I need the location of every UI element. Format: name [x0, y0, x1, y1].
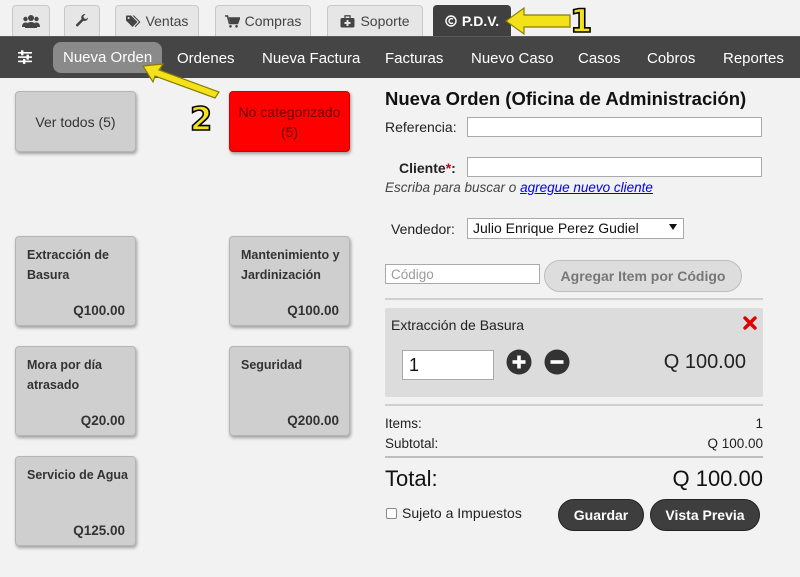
quantity-input[interactable] — [402, 350, 494, 380]
delete-icon[interactable] — [743, 316, 757, 330]
tab-soporte[interactable]: Soporte — [327, 5, 423, 36]
cliente-input[interactable] — [467, 157, 762, 177]
product-tile[interactable]: Mora por día atrasado Q20.00 — [15, 346, 136, 436]
subtotal-row: Subtotal: Q 100.00 — [385, 436, 763, 451]
referencia-label: Referencia: — [385, 119, 457, 135]
total-value: Q 100.00 — [672, 466, 763, 491]
tax-label: Sujeto a Impuestos — [402, 505, 522, 521]
tab-soporte-label: Soporte — [360, 13, 410, 29]
vendedor-select[interactable]: Julio Enrique Perez Gudiel — [467, 218, 684, 239]
product-price: Q20.00 — [80, 413, 125, 428]
vendedor-label: Vendedor: — [391, 221, 455, 237]
nav-facturas[interactable]: Facturas — [385, 37, 443, 79]
line-item: Extracción de Basura Q 100.00 — [385, 308, 763, 397]
line-item-name: Extracción de Basura — [391, 317, 525, 333]
users-icon — [22, 15, 40, 28]
nav-nuevo-caso[interactable]: Nuevo Caso — [471, 37, 554, 79]
circle-c-icon — [445, 15, 457, 27]
product-name: Mantenimiento y Jardinización — [241, 248, 340, 282]
total-row: Total: Q 100.00 — [385, 466, 763, 492]
tab-compras[interactable]: Compras — [215, 5, 311, 36]
wrench-icon — [75, 14, 88, 27]
product-name: Mora por día atrasado — [27, 358, 103, 392]
divider — [385, 404, 763, 406]
codigo-input[interactable] — [385, 264, 540, 284]
nav-casos[interactable]: Casos — [578, 37, 621, 79]
add-by-code-button[interactable]: Agregar Item por Código — [544, 260, 742, 292]
tab-ventas-label: Ventas — [145, 13, 189, 29]
divider — [385, 298, 763, 300]
vendedor-selected-value: Julio Enrique Perez Gudiel — [473, 220, 639, 236]
page-title: Nueva Orden (Oficina de Administración) — [385, 88, 747, 109]
subtotal-value: Q 100.00 — [707, 436, 763, 451]
tab-tools[interactable] — [64, 5, 100, 36]
add-client-link[interactable]: agregue nuevo cliente — [520, 180, 653, 195]
preview-button[interactable]: Vista Previa — [650, 499, 760, 531]
tags-icon — [125, 15, 141, 27]
product-price: Q125.00 — [73, 523, 125, 538]
product-price: Q200.00 — [287, 413, 339, 428]
items-count: 1 — [755, 416, 763, 431]
nav-nueva-orden[interactable]: Nueva Orden — [53, 42, 163, 73]
nav-cobros[interactable]: Cobros — [647, 37, 695, 79]
annotation-number-1: 1 — [569, 1, 593, 41]
pdv-navbar: Nueva Orden Ordenes Nueva Factura Factur… — [0, 36, 800, 78]
product-name: Extracción de Basura — [27, 248, 109, 282]
tab-pdv-label: P.D.V. — [461, 13, 500, 29]
divider — [385, 456, 763, 458]
subtotal-label: Subtotal: — [385, 436, 439, 451]
tab-users[interactable] — [12, 5, 50, 36]
product-name: Seguridad — [241, 358, 303, 372]
tab-pdv[interactable]: P.D.V. — [433, 5, 511, 36]
tab-ventas[interactable]: Ventas — [115, 5, 199, 36]
cart-icon — [224, 14, 240, 28]
sliders-icon[interactable] — [18, 50, 32, 64]
nav-nueva-factura[interactable]: Nueva Factura — [262, 37, 360, 79]
annotation-number-2: 2 — [189, 99, 213, 139]
minus-circle-icon[interactable] — [544, 349, 570, 375]
cliente-hint: Escriba para buscar o agregue nuevo clie… — [385, 180, 653, 195]
plus-circle-icon[interactable] — [506, 349, 532, 375]
product-tile[interactable]: Seguridad Q200.00 — [229, 346, 350, 436]
items-label: Items: — [385, 416, 422, 431]
category-no-categorizado[interactable]: No categorizado (5) — [229, 91, 350, 152]
nav-reportes[interactable]: Reportes — [723, 37, 784, 79]
top-tab-bar: Ventas Compras Soporte P.D.V. — [0, 0, 800, 36]
tax-checkbox[interactable] — [386, 507, 397, 519]
product-tile[interactable]: Servicio de Agua Q125.00 — [15, 456, 136, 546]
product-tile[interactable]: Mantenimiento y Jardinización Q100.00 — [229, 236, 350, 326]
tax-checkbox-row[interactable]: Sujeto a Impuestos — [386, 505, 522, 521]
product-price: Q100.00 — [287, 303, 339, 318]
items-row: Items: 1 — [385, 416, 763, 431]
total-label: Total: — [385, 466, 438, 491]
line-item-price: Q 100.00 — [663, 351, 746, 373]
save-button[interactable]: Guardar — [558, 499, 644, 531]
category-ver-todos[interactable]: Ver todos (5) — [15, 91, 136, 152]
cliente-label: Cliente*: — [399, 160, 456, 176]
product-name: Servicio de Agua — [27, 468, 128, 482]
referencia-input[interactable] — [467, 117, 762, 137]
nav-ordenes[interactable]: Ordenes — [177, 37, 235, 79]
medkit-icon — [340, 14, 355, 27]
product-price: Q100.00 — [73, 303, 125, 318]
tab-compras-label: Compras — [244, 13, 302, 29]
caret-down-icon — [669, 224, 677, 230]
product-tile[interactable]: Extracción de Basura Q100.00 — [15, 236, 136, 326]
